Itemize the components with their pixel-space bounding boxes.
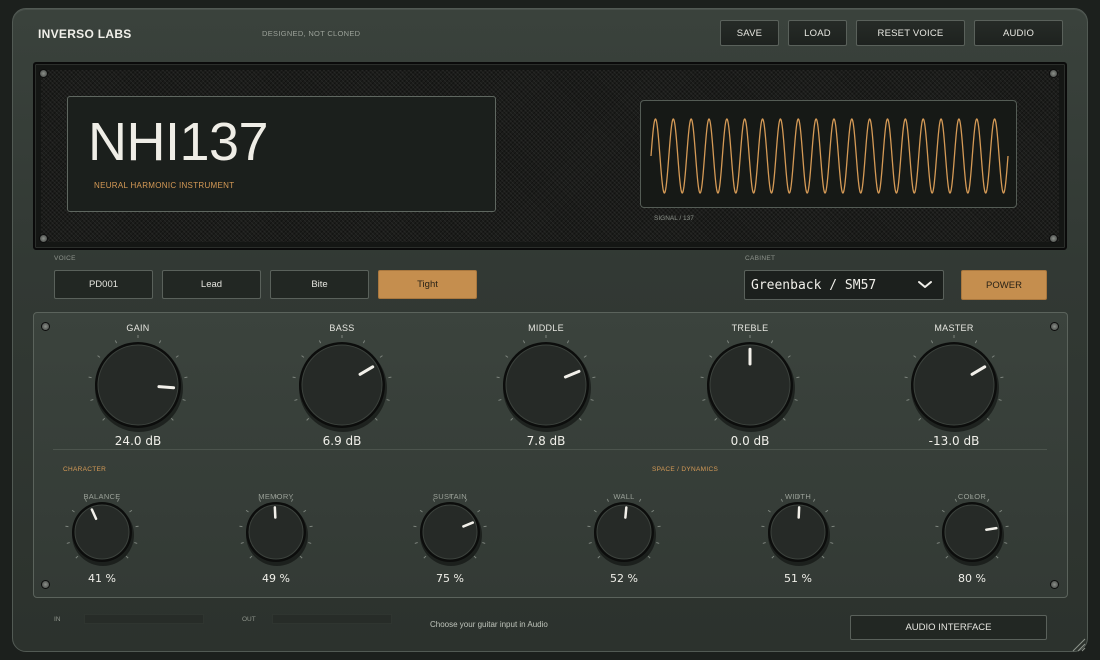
knob-dial[interactable] bbox=[62, 492, 142, 572]
voice-pd001-button[interactable]: PD001 bbox=[54, 270, 153, 299]
reset-voice-button[interactable]: RESET VOICE bbox=[856, 20, 965, 46]
cabinet-select[interactable]: Greenback / SM57 bbox=[744, 270, 944, 300]
knob-value: 24.0 dB bbox=[114, 434, 162, 448]
knob-value: 49 % bbox=[262, 572, 290, 585]
knob-value: 7.8 dB bbox=[526, 434, 566, 448]
knob-dial[interactable] bbox=[83, 330, 193, 440]
knob-dial[interactable] bbox=[410, 492, 490, 572]
cabinet-value: Greenback / SM57 bbox=[751, 277, 877, 293]
input-hint: Choose your guitar input in Audio bbox=[430, 620, 548, 629]
power-button[interactable]: POWER bbox=[961, 270, 1047, 300]
input-meter-label: IN bbox=[54, 616, 61, 623]
model-subtitle: NEURAL HARMONIC INSTRUMENT bbox=[94, 181, 235, 190]
voice-label: VOICE bbox=[54, 255, 76, 262]
knob-value: 51 % bbox=[784, 572, 812, 585]
screw-icon bbox=[42, 323, 49, 330]
knob-dial[interactable] bbox=[491, 330, 601, 440]
small-balance-knob[interactable]: BALANCE 41 % bbox=[47, 492, 157, 587]
signal-label: SIGNAL / 137 bbox=[654, 215, 694, 222]
small-sustain-knob[interactable]: SUSTAIN 75 % bbox=[395, 492, 505, 587]
main-treble-knob[interactable]: TREBLE 0.0 dB bbox=[685, 323, 815, 453]
knob-dial[interactable] bbox=[287, 330, 397, 440]
save-button[interactable]: SAVE bbox=[720, 20, 779, 46]
brand-logo: INVERSO LABS bbox=[38, 27, 132, 41]
output-meter bbox=[272, 614, 392, 624]
waveform-graph bbox=[650, 118, 1009, 194]
output-meter-label: OUT bbox=[242, 616, 256, 623]
small-color-knob[interactable]: COLOR 80 % bbox=[917, 492, 1027, 587]
character-section-label: CHARACTER bbox=[63, 466, 107, 473]
voice-lead-button[interactable]: Lead bbox=[162, 270, 261, 299]
knob-dial[interactable] bbox=[932, 492, 1012, 572]
chevron-down-icon bbox=[918, 281, 932, 288]
waveform-line bbox=[650, 118, 1009, 194]
preset-name-display: NHI137 NEURAL HARMONIC INSTRUMENT bbox=[67, 96, 496, 212]
input-meter bbox=[84, 614, 204, 624]
model-name: NHI137 bbox=[88, 112, 269, 172]
small-memory-knob[interactable]: MEMORY 49 % bbox=[221, 492, 331, 587]
screw-icon bbox=[1050, 70, 1057, 77]
small-wall-knob[interactable]: WALL 52 % bbox=[569, 492, 679, 587]
section-divider bbox=[53, 449, 1047, 450]
load-button[interactable]: LOAD bbox=[788, 20, 847, 46]
screw-icon bbox=[40, 70, 47, 77]
screw-icon bbox=[40, 235, 47, 242]
main-gain-knob[interactable]: GAIN 24.0 dB bbox=[73, 323, 203, 453]
screw-icon bbox=[1051, 581, 1058, 588]
resize-grip-icon[interactable] bbox=[1070, 636, 1086, 652]
knob-dial[interactable] bbox=[584, 492, 664, 572]
voice-bite-button[interactable]: Bite bbox=[270, 270, 369, 299]
knob-value: 0.0 dB bbox=[730, 434, 770, 448]
knob-value: 75 % bbox=[436, 572, 464, 585]
small-width-knob[interactable]: WIDTH 51 % bbox=[743, 492, 853, 587]
knob-value: 41 % bbox=[88, 572, 116, 585]
knob-pointer bbox=[624, 506, 628, 519]
tagline: DESIGNED, NOT CLONED bbox=[262, 29, 361, 38]
oscilloscope bbox=[640, 100, 1017, 208]
knob-dial[interactable] bbox=[236, 492, 316, 572]
cabinet-label: CABINET bbox=[745, 255, 776, 262]
knob-dial[interactable] bbox=[758, 492, 838, 572]
knob-dial[interactable] bbox=[899, 330, 1009, 440]
knob-value: 6.9 dB bbox=[322, 434, 362, 448]
knob-value: 80 % bbox=[958, 572, 986, 585]
audio-button[interactable]: AUDIO bbox=[974, 20, 1063, 46]
knob-value: -13.0 dB bbox=[928, 434, 980, 448]
space-dynamics-section-label: SPACE / DYNAMICS bbox=[652, 466, 719, 473]
screw-icon bbox=[1051, 323, 1058, 330]
main-master-knob[interactable]: MASTER -13.0 dB bbox=[889, 323, 1019, 453]
knob-pointer bbox=[157, 385, 176, 390]
screw-icon bbox=[1050, 235, 1057, 242]
knob-pointer bbox=[985, 526, 998, 531]
knob-dial[interactable] bbox=[695, 330, 805, 440]
voice-tight-button[interactable]: Tight bbox=[378, 270, 477, 299]
main-middle-knob[interactable]: MIDDLE 7.8 dB bbox=[481, 323, 611, 453]
main-bass-knob[interactable]: BASS 6.9 dB bbox=[277, 323, 407, 453]
knob-value: 52 % bbox=[610, 572, 638, 585]
audio-interface-button[interactable]: AUDIO INTERFACE bbox=[850, 615, 1047, 640]
